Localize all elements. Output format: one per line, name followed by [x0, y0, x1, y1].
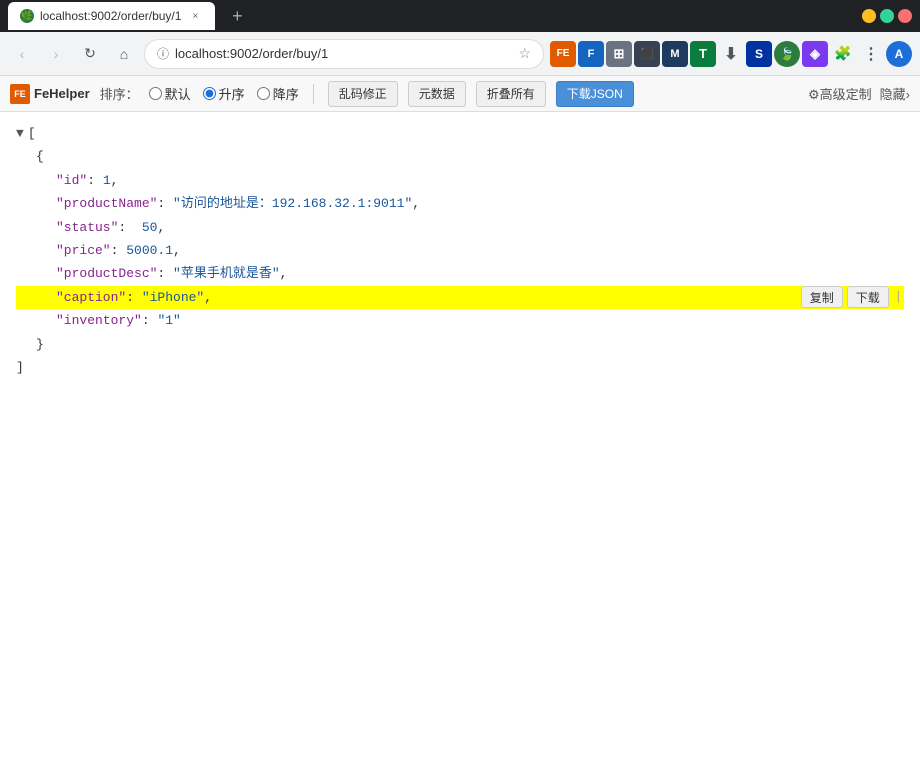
lock-icon: ⓘ [157, 45, 169, 62]
json-value-price: 5000.1 [126, 239, 173, 262]
collapse-toggle[interactable]: ▼ [16, 122, 24, 145]
tab-close-button[interactable]: × [187, 8, 203, 24]
json-line-array-close: ] [16, 356, 904, 379]
fix-encoding-button[interactable]: 乱码修正 [328, 81, 398, 107]
json-key-price: "price" [56, 239, 111, 262]
json-line-array-open: ▼ [ [16, 122, 904, 145]
ext-s-icon[interactable]: S [746, 41, 772, 67]
sort-desc-option[interactable]: 降序 [257, 84, 299, 103]
home-button[interactable]: ⌂ [110, 40, 138, 68]
new-tab-button[interactable]: + [223, 2, 251, 30]
line-actions-caption: 复制 下载 | [801, 286, 904, 308]
close-button[interactable] [898, 9, 912, 23]
sort-asc-label: 升序 [219, 84, 245, 103]
line-action-separator: | [895, 287, 902, 309]
sort-desc-radio[interactable] [257, 87, 270, 100]
ext-download-icon[interactable]: ⬇ [718, 41, 744, 67]
json-line-productdesc: "productDesc": "苹果手机就是香", [16, 262, 904, 285]
json-line-inventory: "inventory": "1" [16, 309, 904, 332]
json-line-status: "status": 50, [16, 216, 904, 239]
json-value-productname: "访问的地址是：192.168.32.1:9011" [173, 192, 412, 215]
json-content-area: ▼ [ { "id": 1, "productName": "访问的地址是：19… [0, 112, 920, 389]
sort-asc-radio[interactable] [203, 87, 216, 100]
json-value-inventory: "1" [157, 309, 180, 332]
tab-favicon: 🌿 [20, 9, 34, 23]
addressbar: ‹ › ↻ ⌂ ⓘ localhost:9002/order/buy/1 ☆ F… [0, 32, 920, 76]
json-line-object-close: } [16, 333, 904, 356]
json-line-id: "id": 1, [16, 169, 904, 192]
ext-menu-icon[interactable]: ⋮ [858, 41, 884, 67]
maximize-button[interactable] [880, 9, 894, 23]
json-line-productname: "productName": "访问的地址是：192.168.32.1:9011… [16, 192, 904, 215]
fehelper-logo: FE FeHelper [10, 84, 90, 104]
sort-desc-label: 降序 [273, 84, 299, 103]
forward-button[interactable]: › [42, 40, 70, 68]
ext-t-icon[interactable]: T [690, 41, 716, 67]
sort-default-option[interactable]: 默认 [149, 84, 191, 103]
json-key-productname: "productName" [56, 192, 157, 215]
back-button[interactable]: ‹ [8, 40, 36, 68]
fehelper-logo-icon: FE [10, 84, 30, 104]
sort-asc-option[interactable]: 升序 [203, 84, 245, 103]
titlebar: 🌿 localhost:9002/order/buy/1 × + [0, 0, 920, 32]
fehelper-extension-icon[interactable]: FE [550, 41, 576, 67]
sort-default-label: 默认 [165, 84, 191, 103]
extension-icons: FE F ⊞ ⬛ M T ⬇ S 🍃 ◈ 🧩 ⋮ A [550, 41, 912, 67]
json-key-productdesc: "productDesc" [56, 262, 157, 285]
sort-label: 排序： [100, 84, 139, 103]
collapse-all-button[interactable]: 折叠所有 [476, 81, 546, 107]
refresh-button[interactable]: ↻ [76, 40, 104, 68]
ext-purple-icon[interactable]: ◈ [802, 41, 828, 67]
copy-line-button[interactable]: 复制 [801, 286, 843, 308]
ext-m-icon[interactable]: M [662, 41, 688, 67]
ext-dark-icon[interactable]: ⬛ [634, 41, 660, 67]
ext-leaf-icon[interactable]: 🍃 [774, 41, 800, 67]
fehelper-right-actions: ⚙高级定制 隐藏› [808, 84, 910, 103]
json-value-caption: "iPhone" [142, 286, 204, 309]
json-array-close-bracket: ] [16, 356, 24, 379]
sort-radio-group: 默认 升序 降序 [149, 84, 299, 103]
minimize-button[interactable] [862, 9, 876, 23]
json-line-caption: "caption": "iPhone", 复制 下载 | [16, 286, 904, 309]
json-value-productdesc: "苹果手机就是香" [173, 262, 280, 285]
download-line-button[interactable]: 下载 [847, 286, 889, 308]
json-key-inventory: "inventory" [56, 309, 142, 332]
profile-avatar[interactable]: A [886, 41, 912, 67]
address-box[interactable]: ⓘ localhost:9002/order/buy/1 ☆ [144, 39, 544, 69]
tab-title: localhost:9002/order/buy/1 [40, 9, 181, 23]
bookmark-star-icon[interactable]: ☆ [518, 45, 531, 62]
hide-panel-button[interactable]: 隐藏› [880, 84, 910, 103]
ext-grid-icon[interactable]: ⊞ [606, 41, 632, 67]
json-key-id: "id" [56, 169, 87, 192]
json-object-close-bracket: } [36, 333, 44, 356]
ext-puzzle-icon[interactable]: 🧩 [830, 41, 856, 67]
json-object-open-bracket: { [36, 145, 44, 168]
json-line-price: "price": 5000.1, [16, 239, 904, 262]
sort-default-radio[interactable] [149, 87, 162, 100]
fehelper-app-name: FeHelper [34, 86, 90, 101]
json-line-object-open: { [16, 145, 904, 168]
advanced-settings-link[interactable]: ⚙高级定制 [808, 84, 872, 103]
window-controls [862, 9, 912, 23]
raw-data-button[interactable]: 元数据 [408, 81, 466, 107]
json-value-id: 1 [103, 169, 111, 192]
ext-blue-icon[interactable]: F [578, 41, 604, 67]
json-key-status: "status" [56, 216, 118, 239]
separator-1 [313, 84, 314, 104]
fehelper-toolbar: FE FeHelper 排序： 默认 升序 降序 乱码修正 元数据 折叠所有 下… [0, 76, 920, 112]
url-text: localhost:9002/order/buy/1 [175, 46, 328, 61]
browser-tab[interactable]: 🌿 localhost:9002/order/buy/1 × [8, 2, 215, 30]
download-json-button[interactable]: 下载JSON [556, 81, 634, 107]
json-array-open-bracket: [ [28, 122, 36, 145]
titlebar-left: 🌿 localhost:9002/order/buy/1 × + [8, 2, 251, 30]
json-key-caption: "caption" [56, 286, 126, 309]
json-value-status: 50 [142, 216, 158, 239]
